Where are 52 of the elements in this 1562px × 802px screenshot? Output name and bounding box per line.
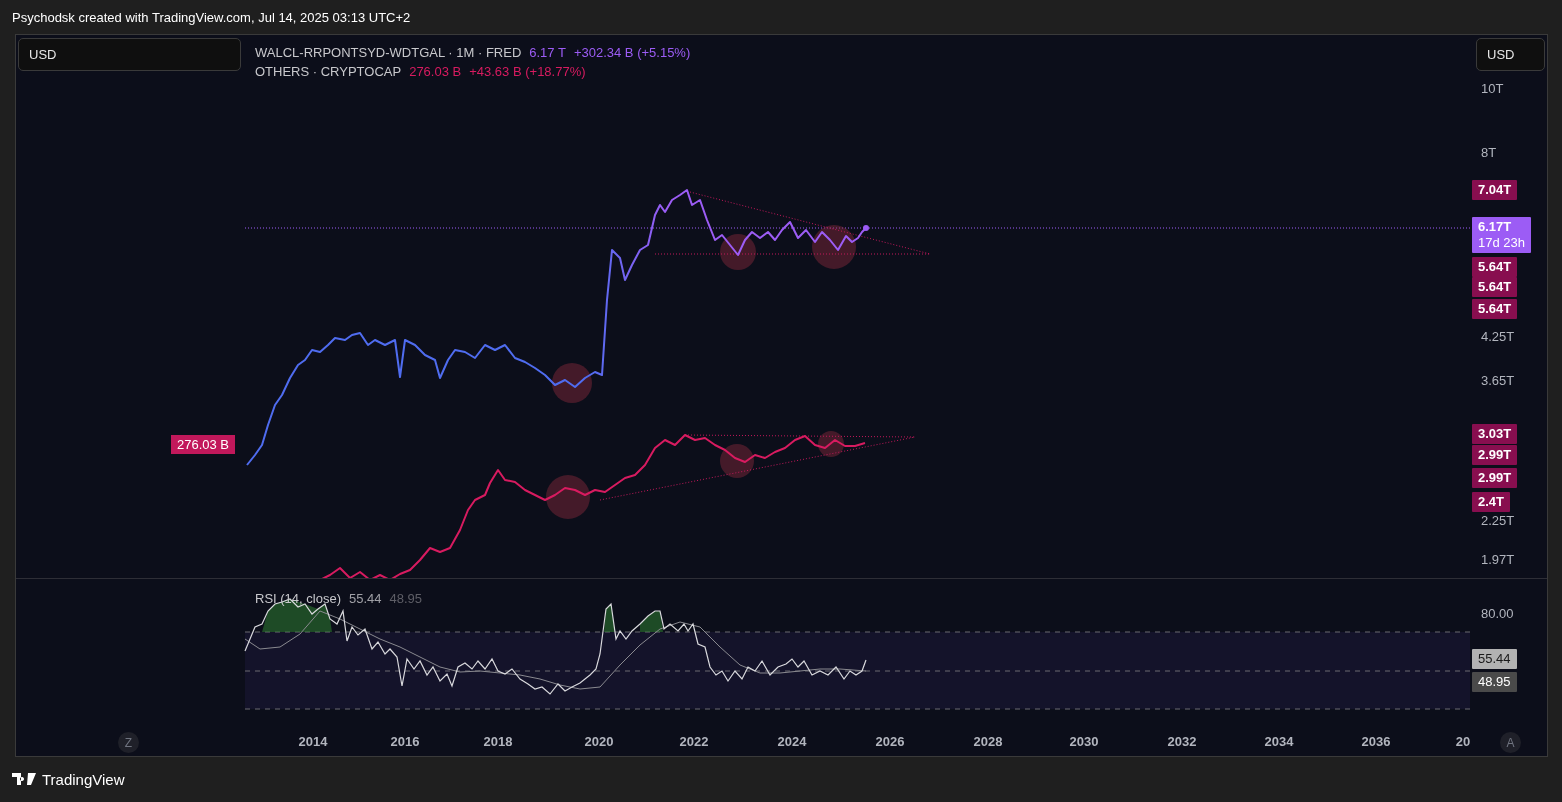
highlight-circle <box>720 234 756 270</box>
time-tick: 2032 <box>1167 734 1197 750</box>
highlight-circle <box>818 431 844 457</box>
brand-logo-icon <box>12 773 36 785</box>
brand-name: TradingView <box>42 770 125 788</box>
price-label: 2.4T <box>1472 492 1510 512</box>
currency-button[interactable]: USD <box>18 38 241 71</box>
price-tick: 2.25T <box>1481 512 1515 528</box>
price-label: 3.03T <box>1472 424 1518 444</box>
series-value: 6.17 T <box>529 45 566 60</box>
price-label: 7.04T <box>1472 180 1518 200</box>
time-tick: 2028 <box>973 734 1003 750</box>
time-tick: 2024 <box>777 734 807 750</box>
price-label: 2.99T <box>1472 445 1518 465</box>
time-tick: 20 <box>1455 734 1470 750</box>
series-symbol: WALCL-RRPONTSYD-WDTGAL · 1M · FRED <box>255 45 522 60</box>
time-tick: 2022 <box>679 734 709 750</box>
price-label: 276.03 B <box>171 435 236 454</box>
price-label: 6.17T 17d 23h <box>1472 217 1531 253</box>
time-tick: 2016 <box>390 734 420 750</box>
rsi-label: 55.44 <box>1472 649 1517 670</box>
series-change: +302.34 B (+5.15%) <box>573 45 691 60</box>
price-tick: 8T <box>1481 144 1497 160</box>
highlight-circle <box>546 475 590 519</box>
price-tick: 3.65T <box>1481 372 1515 388</box>
price-label: 5.64T <box>1472 257 1518 277</box>
chart-caption: Psychodsk created with TradingView.com, Jul 14, 2025 03:13 UTC+2 <box>12 9 411 25</box>
time-tick: 2014 <box>298 734 328 750</box>
time-tick: 2030 <box>1069 734 1099 750</box>
price-tick: 1.97T <box>1481 551 1515 567</box>
time-tick: 2026 <box>875 734 905 750</box>
rsi-tick: 80.00 <box>1481 605 1514 621</box>
indicator-value: 55.44 <box>349 591 382 607</box>
time-tick: 2034 <box>1264 734 1294 750</box>
highlight-circle <box>812 225 856 269</box>
price-label: 2.99T <box>1472 468 1518 488</box>
series-change: +43.63 B (+18.77%) <box>469 64 586 79</box>
price-tick: 10T <box>1481 80 1504 96</box>
currency-button[interactable]: USD <box>1476 38 1545 71</box>
auto-scale-button[interactable]: A <box>1500 732 1521 754</box>
highlight-circle <box>552 363 592 403</box>
indicator-value: 48.95 <box>389 591 423 607</box>
rsi-label: 48.95 <box>1472 672 1517 693</box>
time-tick: 2018 <box>483 734 513 750</box>
price-tick: 4.25T <box>1481 328 1515 344</box>
price-label: 5.64T <box>1472 277 1518 297</box>
time-tick: 2020 <box>584 734 614 750</box>
series-value: 276.03 B <box>409 64 462 79</box>
time-tick: 2036 <box>1361 734 1391 750</box>
highlight-circle <box>720 444 754 478</box>
price-label: 5.64T <box>1472 299 1518 319</box>
series-symbol: OTHERS · CRYPTOCAP <box>255 64 402 79</box>
